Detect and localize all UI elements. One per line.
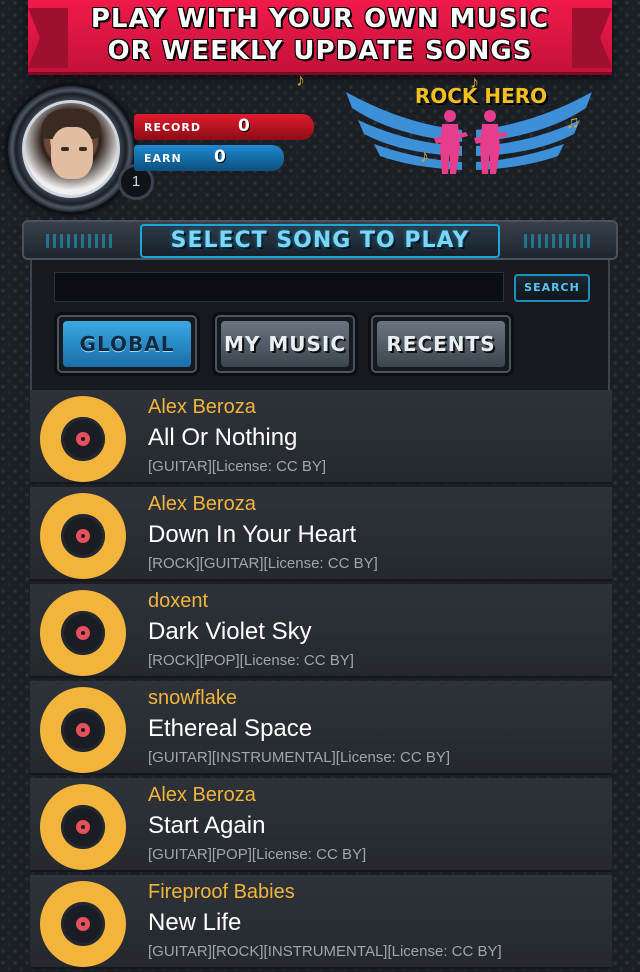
song-title: New Life bbox=[148, 909, 242, 936]
song-artist: Alex Beroza bbox=[148, 493, 256, 515]
avatar[interactable] bbox=[22, 100, 120, 198]
banner-line-2: OR WEEKLY UPDATE SONGS bbox=[107, 36, 533, 66]
vinyl-disc-icon bbox=[40, 687, 126, 773]
earn-value: 0 bbox=[214, 147, 226, 167]
vinyl-disc-icon bbox=[40, 493, 126, 579]
song-artist: Alex Beroza bbox=[148, 784, 256, 806]
record-label: RECORD bbox=[144, 121, 202, 134]
song-title: Dark Violet Sky bbox=[148, 618, 312, 645]
tab-global[interactable]: GLOBAL bbox=[54, 312, 200, 376]
list-item[interactable]: snowflake Ethereal Space [GUITAR][INSTRU… bbox=[30, 681, 612, 775]
vinyl-disc-icon bbox=[40, 881, 126, 967]
song-title: Down In Your Heart bbox=[148, 521, 357, 548]
song-tags: [ROCK][POP][License: CC BY] bbox=[148, 652, 354, 669]
song-tags: [GUITAR][POP][License: CC BY] bbox=[148, 846, 367, 863]
song-artist: snowflake bbox=[148, 687, 237, 709]
list-item[interactable]: Alex Beroza Start Again [GUITAR][POP][Li… bbox=[30, 778, 612, 872]
rock-hero-logo: ROCK HERO bbox=[344, 78, 594, 188]
song-title: Ethereal Space bbox=[148, 715, 313, 742]
song-tags: [GUITAR][ROCK][INSTRUMENTAL][License: CC… bbox=[148, 943, 502, 960]
search-button[interactable]: SEARCH bbox=[514, 274, 590, 302]
music-note-icon: ♫ bbox=[566, 112, 580, 132]
tab-global-label: GLOBAL bbox=[79, 332, 175, 356]
tab-my-music-label: MY MUSIC bbox=[223, 332, 346, 356]
panel-title: SELECT SONG TO PLAY bbox=[140, 224, 500, 258]
earn-label: EARN bbox=[144, 152, 182, 165]
banner-line-1: PLAY WITH YOUR OWN MUSIC bbox=[90, 4, 550, 34]
song-tags: [GUITAR][INSTRUMENTAL][License: CC BY] bbox=[148, 749, 450, 766]
earn-stat: EARN 0 bbox=[134, 145, 284, 171]
vinyl-disc-icon bbox=[40, 396, 126, 482]
vinyl-disc-icon bbox=[40, 784, 126, 870]
tab-recents[interactable]: RECENTS bbox=[368, 312, 514, 376]
song-title: All Or Nothing bbox=[148, 424, 298, 451]
tab-recents-label: RECENTS bbox=[386, 332, 496, 356]
song-list: Alex Beroza All Or Nothing [GUITAR][Lice… bbox=[30, 390, 612, 972]
music-note-icon: ♪ bbox=[420, 146, 429, 166]
song-artist: doxent bbox=[148, 590, 209, 612]
song-title: Start Again bbox=[148, 812, 266, 839]
song-artist: Alex Beroza bbox=[148, 396, 256, 418]
music-note-icon: ♪ bbox=[470, 72, 479, 92]
song-artist: Fireproof Babies bbox=[148, 881, 295, 903]
song-tags: [GUITAR][License: CC BY] bbox=[148, 458, 327, 475]
logo-text: ROCK HERO bbox=[414, 84, 548, 108]
search-input[interactable] bbox=[54, 272, 504, 302]
music-note-icon: ♪ bbox=[296, 70, 305, 90]
tab-my-music[interactable]: MY MUSIC bbox=[212, 312, 358, 376]
vinyl-disc-icon bbox=[40, 590, 126, 676]
record-stat: RECORD 0 bbox=[134, 114, 314, 140]
list-item[interactable]: doxent Dark Violet Sky [ROCK][POP][Licen… bbox=[30, 584, 612, 678]
song-tags: [ROCK][GUITAR][License: CC BY] bbox=[148, 555, 378, 572]
record-value: 0 bbox=[238, 116, 250, 136]
list-item[interactable]: Alex Beroza All Or Nothing [GUITAR][Lice… bbox=[30, 390, 612, 484]
list-item[interactable]: Alex Beroza Down In Your Heart [ROCK][GU… bbox=[30, 487, 612, 581]
list-item[interactable]: Fireproof Babies New Life [GUITAR][ROCK]… bbox=[30, 875, 612, 969]
